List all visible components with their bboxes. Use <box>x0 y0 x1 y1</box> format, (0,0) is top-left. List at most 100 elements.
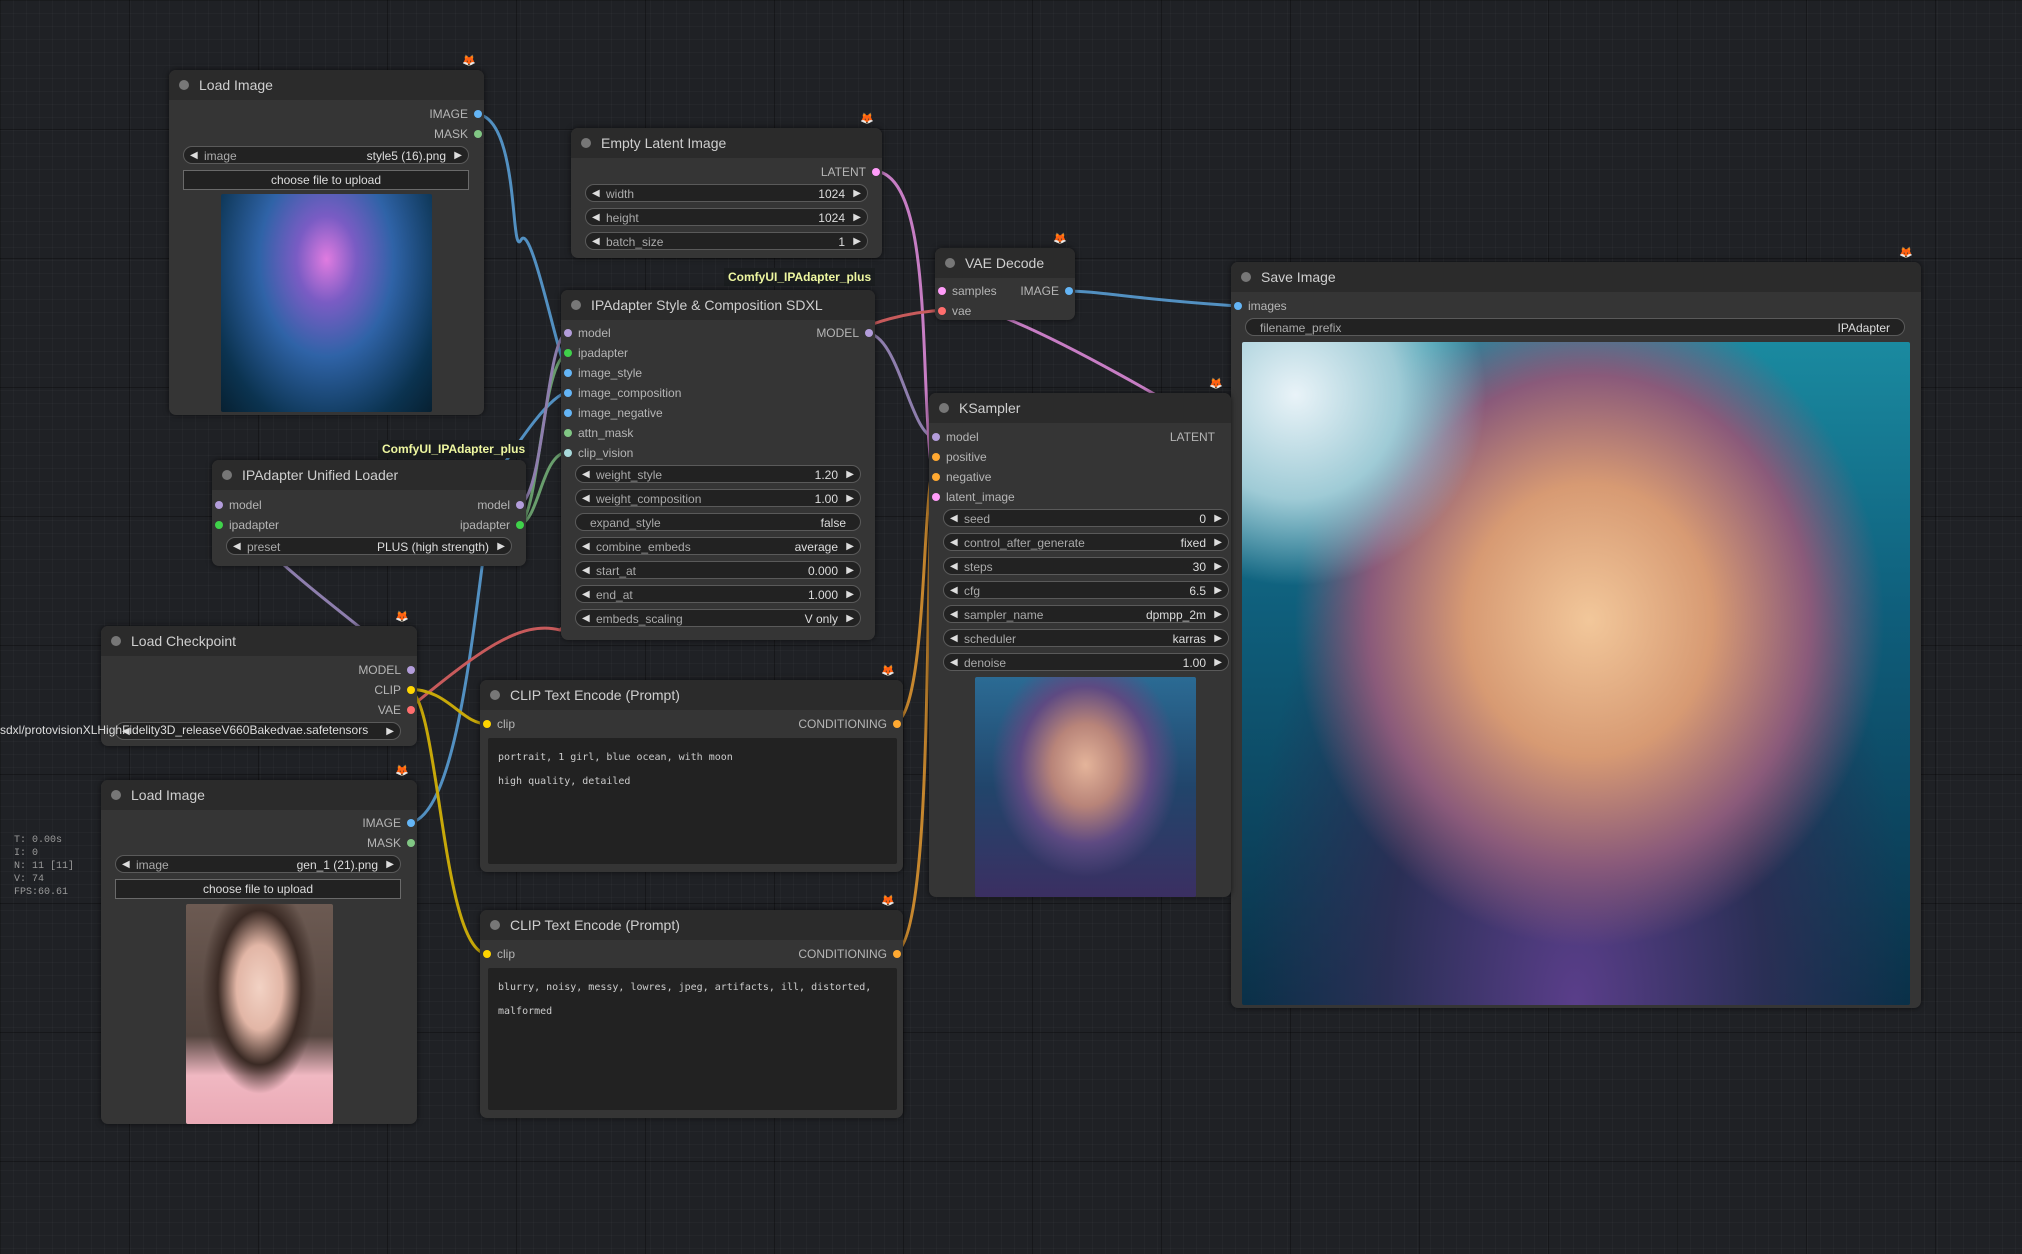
input-negative[interactable]: negative <box>929 469 991 485</box>
port[interactable] <box>932 453 940 461</box>
weight-composition-widget[interactable]: ◀ weight_composition 1.00 ▶ <box>575 489 861 507</box>
port[interactable] <box>932 493 940 501</box>
port[interactable] <box>865 329 873 337</box>
expand-style-toggle[interactable]: expand_style false <box>575 513 861 531</box>
arrow-left-icon[interactable]: ◀ <box>582 610 590 626</box>
arrow-left-icon[interactable]: ◀ <box>950 606 958 622</box>
port[interactable] <box>474 130 482 138</box>
node-load-image-style[interactable]: 🦊 Load Image IMAGE MASK ◀ image style5 (16… <box>169 55 484 415</box>
port[interactable] <box>938 307 946 315</box>
image-select[interactable]: ◀ image style5 (16).png ▶ <box>183 146 469 164</box>
prompt-textarea[interactable]: portrait, 1 girl, blue ocean, with moon … <box>488 738 897 864</box>
output-model[interactable]: MODEL <box>358 662 417 678</box>
port[interactable] <box>564 429 572 437</box>
arrow-right-icon[interactable]: ▶ <box>846 562 854 578</box>
node-clip-text-encode-negative[interactable]: 🦊 CLIP Text Encode (Prompt) clip CONDITI… <box>480 895 903 1118</box>
node-save-image[interactable]: 🦊 Save Image images filename_prefix IPAda… <box>1231 247 1921 1008</box>
node-title[interactable]: Load Image <box>169 70 484 100</box>
upload-button[interactable]: choose file to upload <box>115 879 401 899</box>
input-vae[interactable]: vae <box>935 303 971 319</box>
node-clip-text-encode-positive[interactable]: 🦊 CLIP Text Encode (Prompt) clip CONDITI… <box>480 665 903 872</box>
arrow-right-icon[interactable]: ▶ <box>386 723 394 739</box>
node-title[interactable]: IPAdapter Unified Loader <box>212 460 526 490</box>
height-widget[interactable]: ◀ height 1024 ▶ <box>585 208 868 226</box>
collapse-dot[interactable] <box>179 80 189 90</box>
arrow-right-icon[interactable]: ▶ <box>1214 510 1222 526</box>
input-model[interactable]: model <box>212 497 262 513</box>
collapse-dot[interactable] <box>571 300 581 310</box>
arrow-right-icon[interactable]: ▶ <box>853 233 861 249</box>
output-conditioning[interactable]: CONDITIONING <box>798 946 903 962</box>
input-ipadapter[interactable]: ipadapter <box>561 345 628 361</box>
filename-prefix-input[interactable]: filename_prefix IPAdapter <box>1245 318 1905 336</box>
scheduler-widget[interactable]: ◀ scheduler karras ▶ <box>943 629 1229 647</box>
collapse-dot[interactable] <box>945 258 955 268</box>
collapse-dot[interactable] <box>490 690 500 700</box>
weight-style-widget[interactable]: ◀ weight_style 1.20 ▶ <box>575 465 861 483</box>
output-image[interactable]: IMAGE <box>1020 283 1075 299</box>
node-title[interactable]: Empty Latent Image <box>571 128 882 158</box>
arrow-left-icon[interactable]: ◀ <box>233 538 241 554</box>
arrow-right-icon[interactable]: ▶ <box>846 586 854 602</box>
input-samples[interactable]: samples <box>935 283 997 299</box>
arrow-left-icon[interactable]: ◀ <box>950 654 958 670</box>
port[interactable] <box>938 287 946 295</box>
sampler-name-widget[interactable]: ◀ sampler_name dpmpp_2m ▶ <box>943 605 1229 623</box>
arrow-right-icon[interactable]: ▶ <box>1214 582 1222 598</box>
arrow-right-icon[interactable]: ▶ <box>853 209 861 225</box>
cfg-widget[interactable]: ◀ cfg 6.5 ▶ <box>943 581 1229 599</box>
output-latent[interactable]: LATENT <box>1170 429 1231 445</box>
port[interactable] <box>564 449 572 457</box>
arrow-right-icon[interactable]: ▶ <box>1214 606 1222 622</box>
port[interactable] <box>564 349 572 357</box>
port[interactable] <box>215 521 223 529</box>
port[interactable] <box>564 389 572 397</box>
node-title[interactable]: Load Checkpoint <box>101 626 417 656</box>
control-after-generate-widget[interactable]: ◀ control_after_generate fixed ▶ <box>943 533 1229 551</box>
arrow-left-icon[interactable]: ◀ <box>950 510 958 526</box>
input-clip-vision[interactable]: clip_vision <box>561 445 633 461</box>
output-model[interactable]: model <box>477 497 526 513</box>
port[interactable] <box>564 369 572 377</box>
input-image-negative[interactable]: image_negative <box>561 405 663 421</box>
port[interactable] <box>932 473 940 481</box>
collapse-dot[interactable] <box>1241 272 1251 282</box>
input-images[interactable]: images <box>1231 298 1287 314</box>
arrow-left-icon[interactable]: ◀ <box>592 209 600 225</box>
arrow-left-icon[interactable]: ◀ <box>950 630 958 646</box>
node-title[interactable]: Save Image <box>1231 262 1921 292</box>
input-positive[interactable]: positive <box>929 449 987 465</box>
arrow-right-icon[interactable]: ▶ <box>846 490 854 506</box>
input-latent-image[interactable]: latent_image <box>929 489 1015 505</box>
port[interactable] <box>407 819 415 827</box>
port[interactable] <box>872 168 880 176</box>
port[interactable] <box>893 720 901 728</box>
seed-widget[interactable]: ◀ seed 0 ▶ <box>943 509 1229 527</box>
combine-embeds-widget[interactable]: ◀ combine_embeds average ▶ <box>575 537 861 555</box>
arrow-left-icon[interactable]: ◀ <box>190 147 198 163</box>
arrow-right-icon[interactable]: ▶ <box>386 856 394 872</box>
arrow-right-icon[interactable]: ▶ <box>1214 630 1222 646</box>
input-model[interactable]: model <box>561 325 611 341</box>
output-vae[interactable]: VAE <box>378 702 417 718</box>
port[interactable] <box>516 501 524 509</box>
port[interactable] <box>407 666 415 674</box>
port[interactable] <box>932 433 940 441</box>
arrow-right-icon[interactable]: ▶ <box>846 466 854 482</box>
arrow-left-icon[interactable]: ◀ <box>122 856 130 872</box>
output-mask[interactable]: MASK <box>367 835 417 851</box>
input-image-composition[interactable]: image_composition <box>561 385 681 401</box>
node-title[interactable]: CLIP Text Encode (Prompt) <box>480 910 903 940</box>
node-title[interactable]: CLIP Text Encode (Prompt) <box>480 680 903 710</box>
batch-size-widget[interactable]: ◀ batch_size 1 ▶ <box>585 232 868 250</box>
prompt-textarea[interactable]: blurry, noisy, messy, lowres, jpeg, arti… <box>488 968 897 1110</box>
arrow-left-icon[interactable]: ◀ <box>582 490 590 506</box>
start-at-widget[interactable]: ◀ start_at 0.000 ▶ <box>575 561 861 579</box>
port[interactable] <box>564 409 572 417</box>
node-ksampler[interactable]: 🦊 KSampler model positive negative laten… <box>929 378 1231 897</box>
node-title[interactable]: Load Image <box>101 780 417 810</box>
input-attn-mask[interactable]: attn_mask <box>561 425 633 441</box>
input-model[interactable]: model <box>929 429 979 445</box>
arrow-right-icon[interactable]: ▶ <box>497 538 505 554</box>
node-title[interactable]: IPAdapter Style & Composition SDXL <box>561 290 875 320</box>
